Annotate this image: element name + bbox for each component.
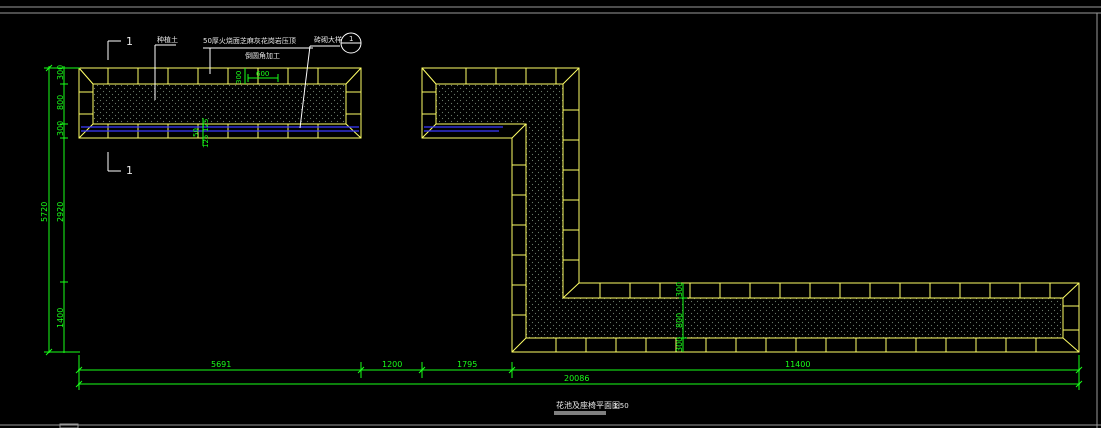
- bottom-frame: [0, 423, 1101, 428]
- dim-small-125b: 125: [202, 135, 210, 148]
- dim-right-300a: 300: [675, 282, 684, 297]
- drawing-scale: 1:50: [613, 402, 629, 410]
- note-soil: 种植土: [157, 35, 178, 44]
- dim-small-50: 50: [192, 128, 200, 137]
- dim-small-125a: 125: [202, 119, 210, 132]
- note-coping-line1: 50厚火烧面芝麻灰花岗岩压顶: [203, 36, 296, 45]
- dim-left-total: 5720: [40, 202, 49, 222]
- note-plinth: 砖砌大样: [314, 35, 342, 44]
- dim-bottom-11400: 11400: [785, 360, 810, 369]
- dim-right-800: 800: [675, 313, 684, 328]
- dim-left-300a: 300: [56, 65, 65, 80]
- note-coping-line2: 倒圆角加工: [245, 51, 280, 60]
- detail-number: 1: [349, 35, 353, 43]
- dim-right-300b: 300: [675, 337, 684, 352]
- section-marker-bottom: [107, 152, 121, 172]
- dim-left-2920: 2920: [56, 202, 65, 222]
- dim-bottom-1200: 1200: [382, 360, 402, 369]
- dim-left-1400: 1400: [56, 308, 65, 328]
- left-planter: [78, 67, 362, 139]
- dim-left-300b: 300: [56, 121, 65, 136]
- section-number-top: 1: [126, 35, 133, 48]
- drawing-title: 花池及座椅平面图: [556, 400, 620, 410]
- section-number-bottom: 1: [126, 164, 133, 177]
- dim-bottom-total: 20086: [564, 374, 589, 383]
- dim-bottom-5691: 5691: [211, 360, 231, 369]
- dim-coping-width: 600: [256, 70, 269, 78]
- cad-drawing-canvas: 1 1 种植土 50厚火烧面芝麻灰花岗岩压顶 倒圆角加工 砖砌大样 1 600 …: [0, 6, 1101, 428]
- dim-top-300: 300: [235, 71, 243, 84]
- l-shaped-planter: [421, 67, 1080, 353]
- section-marker-top: [107, 40, 121, 60]
- dim-left-800: 800: [56, 95, 65, 110]
- dim-bottom-1795: 1795: [457, 360, 477, 369]
- title-underline: [554, 411, 606, 415]
